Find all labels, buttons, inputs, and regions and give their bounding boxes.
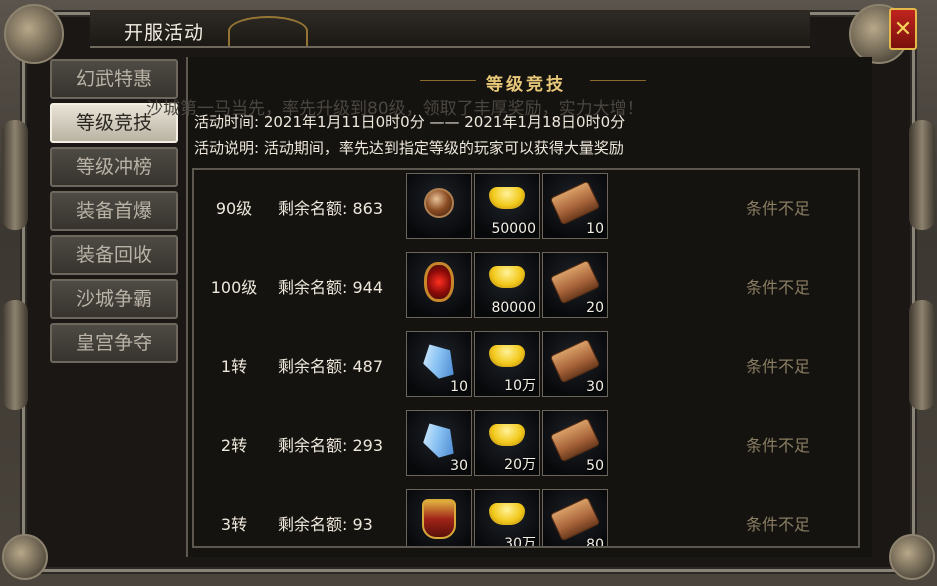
quota-label: 剩余名额: 93: [278, 515, 373, 534]
activity-time: 活动时间: 2021年1月11日0时0分 —— 2021年1月18日0时0分: [194, 113, 626, 131]
scroll-icon: [549, 338, 601, 384]
window-title: 开服活动: [124, 22, 205, 44]
reward-slot[interactable]: [406, 252, 472, 318]
item-count: 10万: [504, 378, 536, 394]
reward-slot[interactable]: 20万: [474, 410, 540, 476]
item-count: 30: [586, 379, 604, 395]
reward-slot[interactable]: 10: [406, 331, 472, 397]
header-divider: [420, 80, 476, 81]
close-button[interactable]: ✕: [889, 8, 917, 50]
reward-slot[interactable]: 30万: [474, 489, 540, 548]
tab-shacheng-zhengba[interactable]: 沙城争霸: [50, 279, 178, 319]
reward-slot[interactable]: [406, 173, 472, 239]
item-count: 10: [586, 221, 604, 237]
reward-slot[interactable]: 80000: [474, 252, 540, 318]
reward-slot[interactable]: 10万: [474, 331, 540, 397]
tab-zhuangbei-shoubao[interactable]: 装备首爆: [50, 191, 178, 231]
title-swirl-icon: [228, 16, 308, 46]
activity-description: 活动说明: 活动期间，率先达到指定等级的玩家可以获得大量奖励: [194, 139, 624, 157]
orb-icon: [424, 188, 454, 219]
activity-sidebar: 幻武特惠 等级竞技 等级冲榜 装备首爆 装备回收 沙城争霸 皇宫争夺: [44, 57, 182, 557]
item-count: 20万: [504, 457, 536, 473]
table-row: 3转 剩余名额: 93 30万 80 条件不足: [194, 487, 858, 548]
tab-zhuangbei-huishou[interactable]: 装备回收: [50, 235, 178, 275]
dragon-ornament-icon: [889, 534, 935, 580]
scroll-icon: [549, 417, 601, 463]
item-count: 30万: [504, 536, 536, 548]
reward-slot[interactable]: 50000: [474, 173, 540, 239]
level-label: 100级: [210, 278, 258, 297]
quota-label: 剩余名额: 863: [278, 199, 384, 218]
item-count: 50000: [491, 221, 536, 237]
gold-ingot-icon: [489, 345, 525, 368]
reward-slot[interactable]: 30: [406, 410, 472, 476]
claim-status[interactable]: 条件不足: [746, 432, 810, 456]
item-count: 10: [450, 379, 468, 395]
level-label: 90级: [215, 199, 253, 218]
claim-status[interactable]: 条件不足: [746, 353, 810, 377]
tab-dengji-chongbang[interactable]: 等级冲榜: [50, 147, 178, 187]
header-divider: [590, 80, 646, 81]
item-count: 20: [586, 300, 604, 316]
side-ornament: [2, 120, 28, 230]
table-row: 90级 剩余名额: 863 50000 10 条件不足: [194, 171, 858, 241]
gold-ingot-icon: [489, 266, 525, 289]
quota-label: 剩余名额: 944: [278, 278, 384, 297]
claim-status[interactable]: 条件不足: [746, 274, 810, 298]
scroll-icon: [549, 259, 601, 305]
amulet-icon: [424, 262, 454, 303]
item-count: 30: [450, 458, 468, 474]
dragon-ornament-icon: [2, 534, 48, 580]
quota-label: 剩余名额: 487: [278, 357, 384, 376]
tab-huanggong-zhengduo[interactable]: 皇宫争夺: [50, 323, 178, 363]
scroll-icon: [549, 496, 601, 542]
side-ornament: [909, 120, 935, 230]
level-label: 1转: [220, 357, 248, 376]
side-ornament: [2, 300, 28, 410]
reward-slot[interactable]: 20: [542, 252, 608, 318]
reward-slot[interactable]: 30: [542, 331, 608, 397]
reward-slot[interactable]: 80: [542, 489, 608, 548]
armor-icon: [422, 499, 456, 540]
item-count: 80000: [491, 300, 536, 316]
claim-status[interactable]: 条件不足: [746, 511, 810, 535]
side-ornament: [909, 300, 935, 410]
dragon-ornament-icon: [4, 4, 64, 64]
tab-huanwu-tehui[interactable]: 幻武特惠: [50, 59, 178, 99]
reward-slot[interactable]: 50: [542, 410, 608, 476]
item-count: 50: [586, 458, 604, 474]
level-label: 2转: [220, 436, 248, 455]
table-row: 1转 剩余名额: 487 10 10万 30 条件不足: [194, 329, 858, 399]
scroll-icon: [549, 180, 601, 226]
section-title: 等级竞技: [486, 75, 566, 95]
reward-table: 90级 剩余名额: 863 50000 10 条件不足 100级 剩余名额: 9…: [192, 168, 860, 548]
reward-slot[interactable]: 10: [542, 173, 608, 239]
item-count: 80: [586, 537, 604, 548]
gold-ingot-icon: [489, 503, 525, 526]
gold-ingot-icon: [489, 187, 525, 210]
quota-label: 剩余名额: 293: [278, 436, 384, 455]
claim-status[interactable]: 条件不足: [746, 195, 810, 219]
gold-ingot-icon: [489, 424, 525, 447]
table-row: 100级 剩余名额: 944 80000 20 条件不足: [194, 250, 858, 320]
level-label: 3转: [220, 515, 248, 534]
table-row: 2转 剩余名额: 293 30 20万 50 条件不足: [194, 408, 858, 478]
reward-slot[interactable]: [406, 489, 472, 546]
